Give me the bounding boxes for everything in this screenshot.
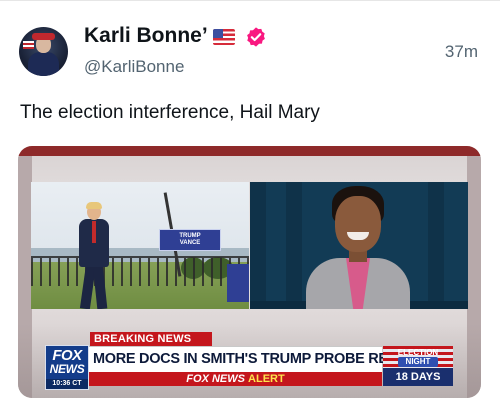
podium-sign: TRUMP VANCE [159,229,221,251]
avatar[interactable] [19,27,68,76]
fence-shape [31,256,249,286]
podium-sign-line: TRUMP [179,233,201,239]
alert-bar: FOX NEWS ALERT [89,372,382,386]
podium-sign-line: VANCE [179,240,201,246]
video-feed-portrait [250,182,468,309]
network-name-line2: NEWS [49,362,85,376]
video-feed-rally: TRUMP VANCE [31,182,249,309]
podium-side-sign [227,264,249,302]
us-flag-icon [213,29,235,45]
broadcast-clock: 10:36 CT [46,379,88,389]
studio-stripe [18,146,481,156]
election-title: ELECTION [397,348,439,357]
election-days: 18 DAYS [395,371,441,383]
alert-label: ALERT [248,373,285,385]
post-text: The election interference, Hail Mary [20,102,320,123]
news-chyron: BREAKING NEWS FOX NEWS 10:36 CT MORE DOC… [18,324,481,398]
breaking-news-label: BREAKING NEWS [90,332,212,346]
display-name[interactable]: Karli Bonne’ [84,24,208,48]
alert-brand: FOX NEWS [186,373,245,385]
post-timestamp[interactable]: 37m [445,42,478,62]
network-name-line1: FOX [52,347,82,364]
top-divider [0,0,500,1]
portrait-figure [302,186,414,309]
election-countdown: ELECTION NIGHT 18 DAYS [383,346,453,386]
post-media-image[interactable]: TRUMP VANCE BREAKING NEWS FOX NEWS 10:36… [18,146,481,398]
avatar-flag-shape [23,41,34,49]
speaker-figure [77,202,113,309]
verified-badge-icon[interactable] [245,26,267,48]
election-night: NIGHT [398,357,438,367]
fox-news-logo: FOX NEWS 10:36 CT [45,345,89,390]
avatar-body-shape [28,52,59,76]
headline-bar: MORE DOCS IN SMITH'S TRUMP PROBE RELEASE… [89,346,445,372]
avatar-hat-shape [32,33,55,40]
user-handle[interactable]: @KarliBonne [84,57,184,77]
